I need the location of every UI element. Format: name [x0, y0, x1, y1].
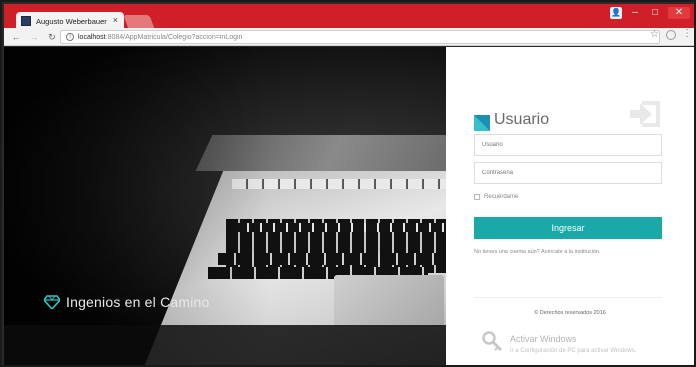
minimize-icon[interactable]: –: [628, 7, 642, 19]
remember-label: Recuérdame: [484, 194, 519, 200]
diamond-icon: [44, 295, 60, 309]
usuario-logo-icon: [474, 115, 490, 131]
extension-icon[interactable]: [666, 30, 676, 40]
remember-me[interactable]: Recuérdame: [474, 194, 518, 200]
profile-icon[interactable]: 👤: [610, 7, 622, 19]
new-tab-button[interactable]: [123, 15, 155, 29]
key-icon: [482, 331, 503, 352]
browser-toolbar: ← → ↻ i localhost:8084/AppMatricula/Cole…: [4, 28, 694, 46]
sign-in-icon: [630, 101, 660, 127]
address-bar[interactable]: i localhost:8084/AppMatricula/Colegio?ac…: [60, 30, 660, 44]
brand-bar: [4, 325, 446, 365]
login-title: Usuario: [494, 111, 550, 128]
username-input[interactable]: [474, 134, 662, 156]
forward-icon[interactable]: →: [28, 31, 40, 43]
remember-checkbox[interactable]: [474, 194, 480, 200]
browser-window: Augusto Weberbauer × 👤 – □ ✕ ← → ↻ i loc…: [0, 0, 696, 367]
maximize-icon[interactable]: □: [648, 7, 662, 19]
window-controls: 👤 – □ ✕: [610, 4, 690, 22]
login-button[interactable]: Ingresar: [474, 217, 662, 239]
star-icon[interactable]: ☆: [650, 29, 659, 40]
favicon-icon: [21, 16, 31, 26]
url-path: :8084/AppMatricula/Colegio?accion=inLogi…: [105, 33, 243, 41]
url-host: localhost: [78, 33, 106, 41]
url-text: localhost:8084/AppMatricula/Colegio?acci…: [78, 34, 242, 41]
close-window-icon[interactable]: ✕: [668, 7, 690, 19]
windows-activation-title: Activar Windows: [510, 334, 577, 344]
login-panel: Usuario Recuérdame Ingresar No tienes un…: [446, 47, 694, 365]
hero-shade: [4, 47, 446, 365]
reload-icon[interactable]: ↻: [46, 31, 58, 43]
info-icon[interactable]: i: [66, 33, 74, 41]
tab-title: Augusto Weberbauer: [36, 16, 107, 26]
brand-name: Ingenios en el Camino: [66, 294, 210, 310]
signup-text: No tienes una cuenta aún? Acércate a la …: [474, 249, 601, 255]
windows-activation-subtitle: Ir a Configuración de PC para activar Wi…: [510, 348, 637, 354]
back-icon[interactable]: ←: [10, 31, 22, 43]
menu-icon[interactable]: ⋮: [682, 28, 692, 39]
divider: [474, 297, 662, 298]
tab-close-icon[interactable]: ×: [113, 15, 118, 25]
hero-image: [4, 47, 446, 365]
password-input[interactable]: [474, 162, 662, 184]
copyright: © Derechos reservados 2016: [534, 310, 606, 316]
title-bar: Augusto Weberbauer × 👤 – □ ✕: [4, 4, 694, 30]
